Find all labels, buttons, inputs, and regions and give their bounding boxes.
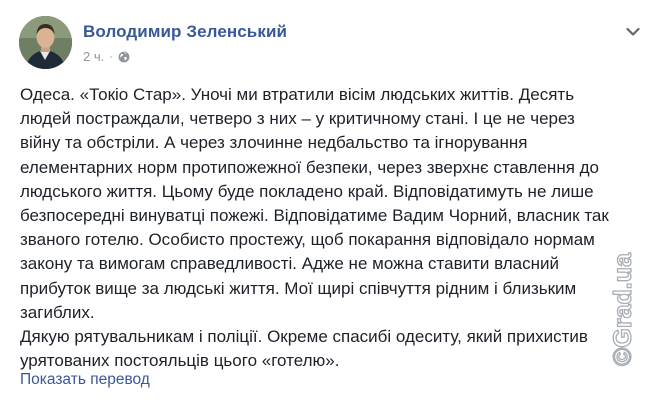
post-paragraph: Дякую рятувальникам і поліції. Окреме сп… xyxy=(20,327,588,371)
post-body: Одеса. «Токіо Стар». Уночі ми втратили в… xyxy=(20,83,610,373)
facebook-post: Володимир Зеленський 2 ч. · Одеса. «Токі… xyxy=(0,0,647,405)
author-name[interactable]: Володимир Зеленський xyxy=(83,22,287,42)
post-paragraph: Одеса. «Токіо Стар». Уночі ми втратили в… xyxy=(20,85,609,322)
post-timestamp[interactable]: 2 ч. xyxy=(83,49,104,64)
show-translation-link[interactable]: Показать перевод xyxy=(20,371,150,389)
avatar[interactable] xyxy=(19,16,72,69)
post-meta: 2 ч. · xyxy=(83,49,130,64)
chevron-down-icon[interactable] xyxy=(626,24,640,36)
meta-separator: · xyxy=(109,50,113,63)
watermark-logo: ©Grad.ua xyxy=(604,220,642,370)
globe-icon[interactable] xyxy=(118,51,130,63)
svg-text:©Grad.ua: ©Grad.ua xyxy=(609,252,637,366)
